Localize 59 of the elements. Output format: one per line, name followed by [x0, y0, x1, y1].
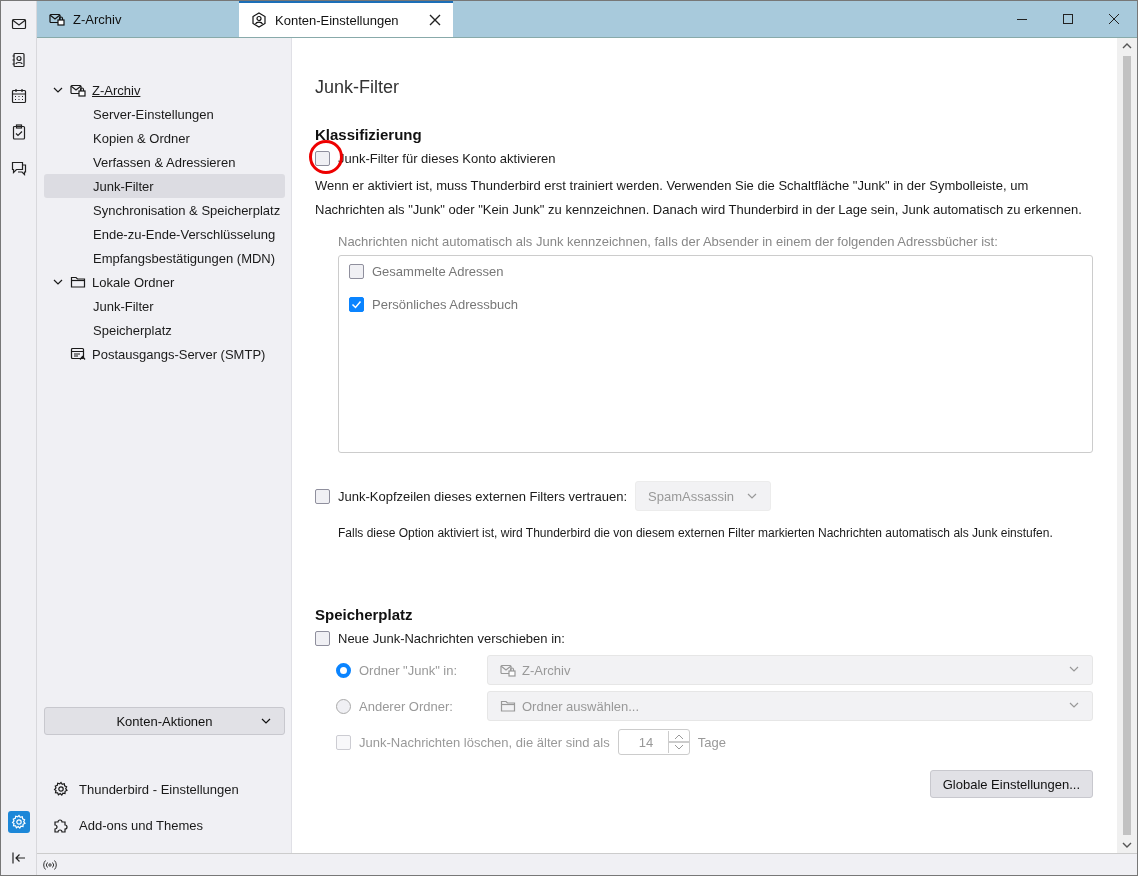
folder-icon — [70, 274, 86, 290]
scrollbar[interactable] — [1117, 38, 1137, 853]
tree-item[interactable]: Junk-Filter — [44, 294, 285, 318]
tree-item[interactable]: Lokale Ordner — [44, 270, 285, 294]
checkbox-label: Persönliches Adressbuch — [372, 297, 518, 312]
account-actions-button[interactable]: Konten-Aktionen — [44, 707, 285, 735]
chat-bubbles-icon — [10, 160, 27, 176]
close-icon[interactable] — [1108, 13, 1120, 25]
unit-label: Tage — [697, 734, 726, 750]
tree-item[interactable]: Postausgangs-Server (SMTP) — [44, 342, 285, 366]
maximize-icon[interactable] — [1062, 13, 1074, 25]
checkbox-label: Junk-Kopfzeilen dieses externen Filters vertrauen: — [338, 488, 628, 504]
tree-item[interactable]: Empfangsbestätigungen (MDN) — [44, 246, 285, 270]
folder-icon — [500, 698, 516, 714]
checkbox-label: Junk-Nachrichten löschen, die älter sind als — [359, 734, 610, 750]
gear-icon — [53, 781, 69, 797]
tree-item[interactable]: Ende-zu-Ende-Verschlüsselung — [44, 222, 285, 246]
sidebar-link[interactable]: Add-ons und Themes — [44, 807, 285, 843]
clipboard-check-icon — [10, 124, 27, 140]
radio-waves-icon — [43, 858, 57, 871]
tree-item[interactable]: Junk-Filter — [44, 174, 285, 198]
tree-item[interactable]: Z-Archiv — [44, 78, 285, 102]
tree-item[interactable]: Server-Einstellungen — [44, 102, 285, 126]
collapse-left-icon — [10, 850, 27, 866]
calendar-icon — [10, 88, 27, 104]
tree-item[interactable]: Verfassen & Adressieren — [44, 150, 285, 174]
section-heading: Klassifizierung — [315, 126, 423, 143]
checkbox-label: Neue Junk-Nachrichten verschieben in: — [338, 631, 565, 646]
close-icon[interactable] — [429, 14, 441, 26]
section-heading: Speicherplatz — [315, 606, 414, 623]
mail-lock-icon — [70, 82, 86, 98]
global-settings-button[interactable]: Globale Einstellungen... — [929, 770, 1093, 798]
note-text: Falls diese Option aktiviert ist, wird Thunderbird die von diesem externen Filter markierten Nachrichten automatisch als Junk einstufen. — [338, 526, 1054, 540]
scroll-up-icon[interactable] — [1122, 42, 1132, 50]
description-text: Wenn er aktiviert ist, muss Thunderbird erst trainiert werden. Verwenden Sie die Schaltfläche "Junk" in der Symbolleiste, um Nachrichten als "Junk" oder "Kein Junk" zu kennzeichnen. Danach wird Thunderbird in der Lage sein, Junk automatisch zu erkennen. — [315, 177, 1083, 219]
outbox-icon — [70, 346, 86, 362]
tab[interactable]: Z-Archiv — [37, 1, 239, 37]
tab[interactable]: Konten-Einstellungen — [239, 1, 453, 37]
checkmark-icon — [351, 299, 362, 310]
tree-item[interactable]: Speicherplatz — [44, 318, 285, 342]
checkbox[interactable] — [315, 151, 330, 166]
checkbox-label: Gesammelte Adressen — [372, 264, 504, 279]
radio-label: Anderer Ordner: — [359, 698, 454, 714]
puzzle-piece-icon — [53, 817, 69, 833]
tree-item[interactable]: Kopien & Ordner — [44, 126, 285, 150]
checkbox[interactable] — [315, 488, 330, 504]
page-title: Junk-Filter — [315, 77, 400, 98]
mail-lock-icon — [500, 662, 516, 678]
scroll-down-icon[interactable] — [1122, 841, 1132, 849]
account-icon — [251, 12, 267, 28]
fieldset-label: Nachrichten nicht automatisch als Junk kennzeichnen, falls der Absender in einem der folgenden Adressbücher ist: — [338, 234, 999, 249]
address-book-icon — [10, 52, 27, 68]
mail-lock-icon — [49, 11, 65, 27]
checkbox[interactable] — [315, 631, 330, 646]
tree-item[interactable]: Synchronisation & Speicherplatz — [44, 198, 285, 222]
radio-label: Ordner "Junk" in: — [359, 662, 459, 678]
gear-icon — [10, 814, 27, 830]
sidebar-link[interactable]: Thunderbird - Einstellungen — [44, 771, 285, 807]
mail-icon — [10, 16, 27, 32]
